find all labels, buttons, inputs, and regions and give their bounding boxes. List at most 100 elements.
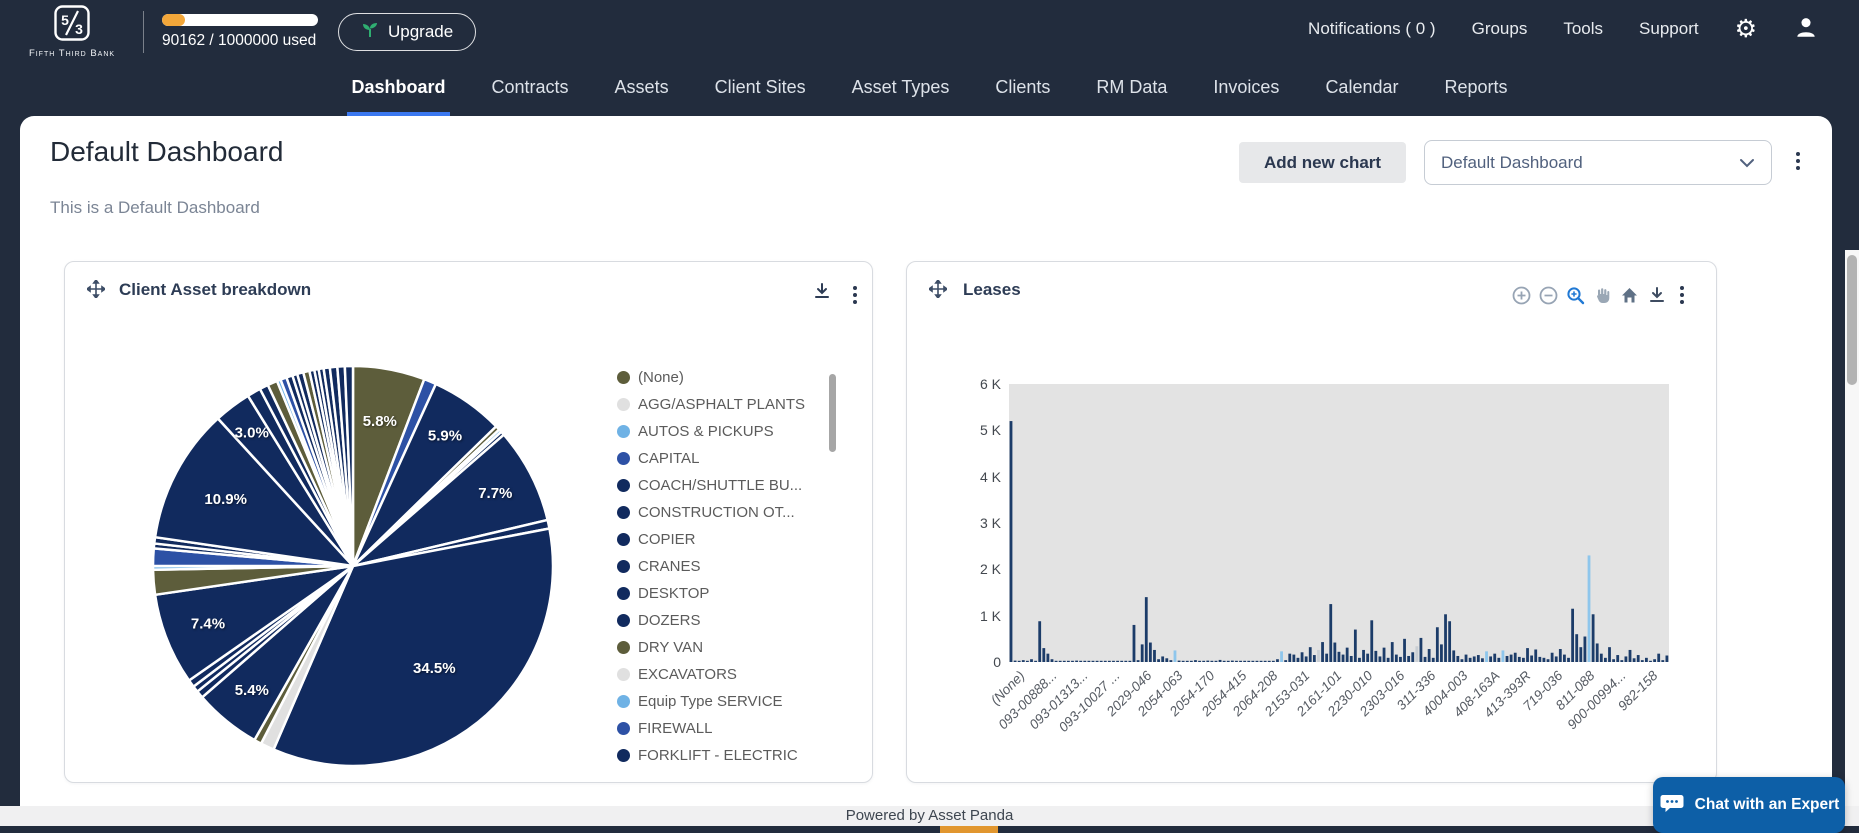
bar[interactable]: [1547, 659, 1550, 662]
bar[interactable]: [1420, 638, 1423, 662]
top-link-tools[interactable]: Tools: [1563, 19, 1603, 39]
bar[interactable]: [1128, 661, 1131, 662]
bar[interactable]: [1292, 655, 1295, 662]
bar[interactable]: [1465, 655, 1468, 662]
bar[interactable]: [1456, 656, 1459, 662]
tab-clients[interactable]: Clients: [991, 62, 1054, 116]
top-link-groups[interactable]: Groups: [1472, 19, 1528, 39]
bar[interactable]: [1083, 661, 1086, 662]
bar[interactable]: [1239, 661, 1242, 662]
bar[interactable]: [1354, 630, 1357, 662]
bar[interactable]: [1046, 654, 1049, 662]
legend-item[interactable]: COPIER: [617, 526, 823, 553]
bar[interactable]: [1452, 650, 1455, 662]
bar[interactable]: [1571, 609, 1574, 662]
bar[interactable]: [1210, 661, 1213, 662]
bar[interactable]: [1235, 661, 1238, 662]
bar[interactable]: [1666, 656, 1669, 662]
bar[interactable]: [1022, 660, 1025, 662]
bar[interactable]: [1543, 658, 1546, 662]
legend-item[interactable]: AUTOS & PICKUPS: [617, 418, 823, 445]
upgrade-button[interactable]: Upgrade: [338, 13, 476, 51]
bar[interactable]: [1018, 661, 1021, 662]
bar[interactable]: [1071, 661, 1074, 662]
bar[interactable]: [1346, 648, 1349, 662]
bar[interactable]: [1629, 650, 1632, 662]
dashboard-menu-kebab-icon[interactable]: [1792, 148, 1804, 174]
bar[interactable]: [1251, 661, 1254, 662]
bar[interactable]: [1276, 659, 1279, 662]
bar[interactable]: [1358, 658, 1361, 662]
bar[interactable]: [1087, 661, 1090, 662]
bar[interactable]: [1514, 653, 1517, 662]
bar[interactable]: [1608, 647, 1611, 662]
bar[interactable]: [1124, 661, 1127, 662]
bar[interactable]: [1301, 652, 1304, 662]
legend-item[interactable]: CONSTRUCTION OT...: [617, 499, 823, 526]
bar[interactable]: [1567, 658, 1570, 662]
bar[interactable]: [1092, 661, 1095, 662]
bar[interactable]: [1502, 650, 1505, 662]
bar[interactable]: [1625, 656, 1628, 662]
legend-item[interactable]: DESKTOP: [617, 580, 823, 607]
bar[interactable]: [1538, 657, 1541, 662]
bar[interactable]: [1305, 656, 1308, 662]
bar[interactable]: [1182, 661, 1185, 662]
bar[interactable]: [1055, 661, 1058, 662]
bar[interactable]: [1661, 660, 1664, 662]
bar[interactable]: [1116, 661, 1119, 662]
bar-plot-area[interactable]: [1009, 384, 1669, 662]
download-icon[interactable]: [813, 282, 831, 305]
bar[interactable]: [1415, 646, 1418, 662]
bar[interactable]: [1215, 661, 1218, 662]
tab-client-sites[interactable]: Client Sites: [711, 62, 810, 116]
bar[interactable]: [1641, 660, 1644, 662]
bar[interactable]: [1219, 660, 1222, 662]
bar[interactable]: [1149, 643, 1152, 662]
download-icon[interactable]: [1647, 286, 1666, 305]
zoom-select-icon[interactable]: [1566, 286, 1585, 305]
bar[interactable]: [1424, 657, 1427, 662]
bar[interactable]: [1555, 656, 1558, 662]
home-icon[interactable]: [1620, 286, 1639, 305]
bar[interactable]: [1133, 625, 1136, 662]
bar[interactable]: [1272, 661, 1275, 662]
tab-calendar[interactable]: Calendar: [1321, 62, 1402, 116]
bar[interactable]: [1231, 661, 1234, 662]
bar[interactable]: [1067, 661, 1070, 662]
bar[interactable]: [1440, 644, 1443, 662]
bar[interactable]: [1563, 655, 1566, 662]
bar[interactable]: [1612, 659, 1615, 662]
bar[interactable]: [1206, 661, 1209, 662]
bar[interactable]: [1518, 657, 1521, 662]
bar[interactable]: [1030, 659, 1033, 662]
bar[interactable]: [1223, 661, 1226, 662]
bar[interactable]: [1575, 634, 1578, 662]
bar[interactable]: [1395, 655, 1398, 662]
bar[interactable]: [1493, 654, 1496, 662]
bar[interactable]: [1604, 658, 1607, 662]
bar[interactable]: [1633, 658, 1636, 662]
top-link-support[interactable]: Support: [1639, 19, 1699, 39]
bar[interactable]: [1481, 658, 1484, 662]
bar[interactable]: [1247, 661, 1250, 662]
bar[interactable]: [1165, 658, 1168, 662]
bar[interactable]: [1194, 660, 1197, 662]
top-link-notifications-0[interactable]: Notifications ( 0 ): [1308, 19, 1436, 39]
bar[interactable]: [1407, 656, 1410, 662]
legend-item[interactable]: (None): [617, 364, 823, 391]
legend-item[interactable]: COACH/SHUTTLE BU...: [617, 472, 823, 499]
bar[interactable]: [1366, 654, 1369, 662]
bar[interactable]: [1596, 643, 1599, 662]
bar[interactable]: [1600, 654, 1603, 662]
bar[interactable]: [1403, 639, 1406, 662]
legend-item[interactable]: CRANES: [617, 553, 823, 580]
bar[interactable]: [1374, 651, 1377, 662]
bar[interactable]: [1350, 656, 1353, 662]
bar[interactable]: [1411, 652, 1414, 662]
bar[interactable]: [1243, 661, 1246, 662]
tab-reports[interactable]: Reports: [1440, 62, 1511, 116]
bar[interactable]: [1038, 621, 1041, 662]
bar[interactable]: [1288, 654, 1291, 662]
bar[interactable]: [1227, 661, 1230, 662]
